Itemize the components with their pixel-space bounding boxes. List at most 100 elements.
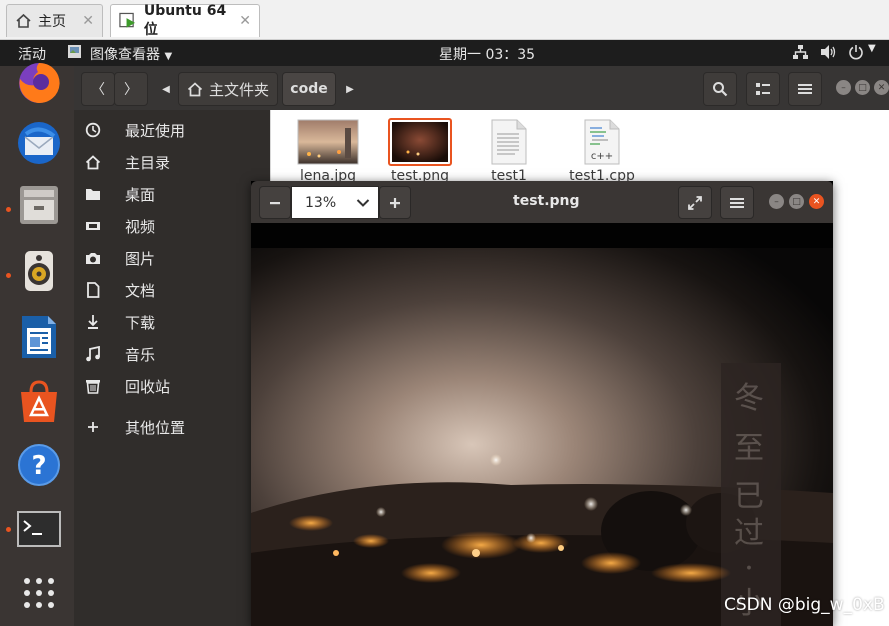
sidebar-item-label: 桌面 [125, 186, 156, 204]
search-button[interactable] [703, 72, 737, 106]
rhythmbox-icon[interactable] [16, 248, 62, 294]
file-item-test1[interactable]: test1 [468, 118, 550, 188]
maximize-window-button[interactable]: □ [855, 80, 870, 95]
view-toggle-button[interactable] [746, 72, 780, 106]
minimize-window-button[interactable]: – [769, 194, 784, 209]
sidebar-item-label: 主目录 [125, 154, 171, 172]
sidebar-item-label: 文档 [125, 282, 156, 300]
path-home-label: 主文件夹 [208, 80, 269, 99]
path-scroll-right-button[interactable]: ▶ [340, 72, 360, 106]
sidebar-item-label: 下载 [125, 314, 156, 332]
network-icon[interactable] [792, 44, 809, 64]
maximize-icon: □ [858, 82, 867, 93]
close-window-button[interactable]: ✕ [874, 80, 889, 95]
sidebar-item-videos[interactable]: 视频 [74, 210, 270, 242]
close-icon[interactable]: ✕ [82, 13, 94, 29]
path-scroll-left-button[interactable]: ◀ [156, 72, 176, 106]
zoom-out-button[interactable] [259, 186, 291, 219]
path-home-button[interactable]: 主文件夹 [178, 72, 278, 106]
folder-icon [84, 185, 102, 203]
plus-icon [390, 197, 400, 208]
minimize-window-button[interactable]: – [836, 80, 851, 95]
sidebar-item-home[interactable]: 主目录 [74, 146, 270, 178]
image-viewer-app-icon [67, 43, 83, 64]
menu-button[interactable] [788, 72, 822, 106]
vm-play-icon [119, 12, 136, 28]
zoom-selector[interactable]: 13% [291, 186, 379, 219]
zoom-in-button[interactable] [379, 186, 411, 219]
app-menu-label: 图像查看器 [90, 47, 160, 63]
running-indicator [6, 207, 11, 212]
terminal-icon[interactable] [16, 506, 62, 552]
path-current-button[interactable]: code [282, 72, 336, 106]
dock: ? [0, 62, 74, 626]
minimize-icon: – [841, 82, 846, 93]
sidebar-item-pictures[interactable]: 图片 [74, 242, 270, 274]
sidebar-item-music[interactable]: 音乐 [74, 338, 270, 370]
hamburger-menu-icon [798, 84, 812, 94]
caret-right-icon: ▶ [346, 83, 354, 95]
power-icon[interactable] [848, 44, 864, 64]
help-icon[interactable]: ? [16, 442, 62, 488]
displayed-photo[interactable]: 冬 至 已 过 · 小 [251, 223, 833, 626]
sidebar: 最近使用 主目录 桌面 视频 图片 文档 下载 音乐 回收站 其他位置 [74, 110, 270, 626]
close-icon[interactable]: ✕ [239, 13, 251, 29]
maximize-window-button[interactable]: □ [789, 194, 804, 209]
fullscreen-button[interactable] [678, 186, 712, 219]
forward-button[interactable]: 〉 [114, 72, 148, 106]
firefox-icon[interactable] [16, 60, 62, 106]
close-window-button[interactable]: ✕ [809, 194, 824, 209]
close-icon: ✕ [812, 196, 821, 207]
app-grid-icon[interactable] [16, 570, 62, 616]
music-icon [84, 345, 102, 363]
camera-icon [84, 249, 102, 267]
fullscreen-icon [688, 195, 702, 210]
running-indicator [6, 527, 11, 532]
volume-icon[interactable] [820, 44, 837, 64]
system-menu-caret-icon[interactable]: ▼ [868, 43, 876, 54]
sidebar-item-label: 其他位置 [125, 419, 186, 437]
sidebar-item-label: 音乐 [125, 346, 156, 364]
chevron-right-icon: 〉 [124, 82, 138, 98]
download-icon [84, 313, 102, 331]
text-file-icon [491, 119, 527, 165]
software-icon[interactable] [16, 378, 62, 424]
sidebar-item-trash[interactable]: 回收站 [74, 370, 270, 402]
hamburger-menu-icon [730, 197, 744, 208]
sidebar-item-desktop[interactable]: 桌面 [74, 178, 270, 210]
image-viewer-header: 13% test.png – □ ✕ [251, 181, 833, 223]
sidebar-item-downloads[interactable]: 下载 [74, 306, 270, 338]
svg-text:至: 至 [734, 431, 764, 466]
viewer-menu-button[interactable] [720, 186, 754, 219]
sidebar-item-documents[interactable]: 文档 [74, 274, 270, 306]
file-item-test1-cpp[interactable]: c++ test1.cpp [561, 118, 643, 188]
running-indicator [6, 273, 11, 278]
tab-ubuntu[interactable]: Ubuntu 64 位 ✕ [110, 3, 260, 38]
file-item-test-png[interactable]: test.png [379, 118, 461, 188]
svg-text:·: · [744, 551, 754, 586]
back-button[interactable]: 〈 [81, 72, 115, 106]
home-icon [16, 13, 31, 28]
chevron-down-icon [356, 199, 370, 207]
window-title: test.png [513, 193, 580, 209]
sidebar-item-label: 图片 [125, 250, 156, 268]
file-item-lena[interactable]: lena.jpg [287, 118, 369, 188]
image-thumbnail-icon [297, 119, 359, 165]
video-icon [84, 217, 102, 235]
app-menu[interactable]: 图像查看器 ▼ [90, 44, 172, 64]
tab-home-label: 主页 [38, 14, 66, 30]
caret-left-icon: ◀ [162, 83, 170, 95]
system-top-bar: 活动 图像查看器 ▼ 星期一 03：35 ▼ [0, 40, 889, 66]
zoom-value: 13% [305, 195, 337, 211]
sidebar-item-recent[interactable]: 最近使用 [74, 114, 270, 146]
writer-icon[interactable] [16, 314, 62, 360]
tab-home[interactable]: 主页 ✕ [6, 4, 103, 37]
sidebar-item-label: 回收站 [125, 378, 171, 396]
thunderbird-icon[interactable] [16, 120, 62, 166]
chevron-left-icon: 〈 [91, 82, 105, 98]
clock[interactable]: 星期一 03：35 [439, 44, 535, 64]
home-icon [84, 153, 102, 171]
caret-down-icon: ▼ [164, 51, 173, 62]
files-icon[interactable] [16, 182, 62, 228]
sidebar-item-other-locations[interactable]: 其他位置 [74, 411, 270, 443]
